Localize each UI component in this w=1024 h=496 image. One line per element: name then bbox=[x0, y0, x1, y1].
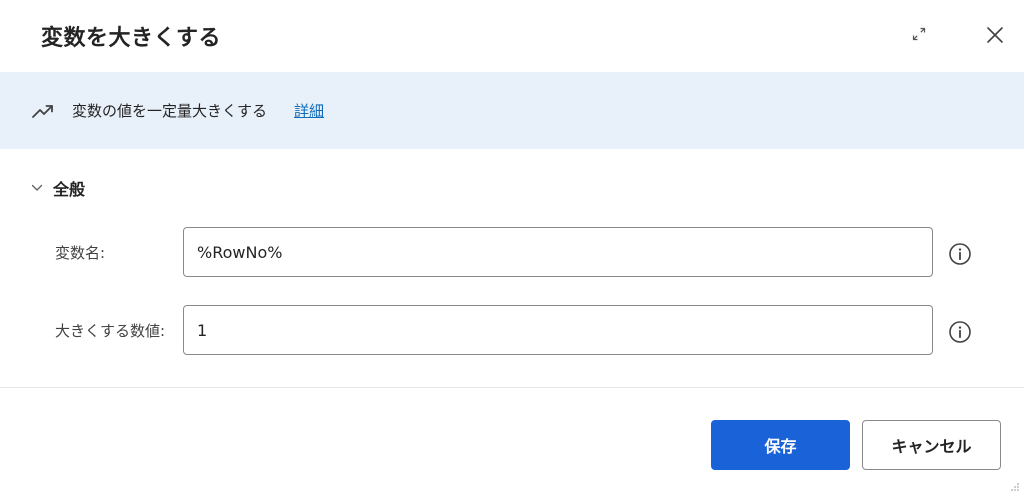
trending-up-icon bbox=[32, 105, 53, 118]
footer-divider bbox=[0, 387, 1024, 388]
close-button[interactable] bbox=[979, 19, 1011, 51]
close-icon bbox=[987, 27, 1003, 43]
variable-name-label: 変数名: bbox=[55, 244, 106, 262]
dialog-header: 変数を大きくする bbox=[0, 0, 1024, 72]
save-button[interactable]: 保存 bbox=[711, 420, 850, 470]
dialog-title: 変数を大きくする bbox=[41, 26, 222, 51]
expand-button[interactable] bbox=[903, 18, 935, 50]
increase-amount-input[interactable] bbox=[183, 305, 933, 355]
resize-grip-icon[interactable] bbox=[1010, 482, 1020, 492]
cancel-button[interactable]: キャンセル bbox=[862, 420, 1001, 470]
chevron-down-icon bbox=[31, 184, 43, 191]
info-icon bbox=[949, 321, 971, 343]
increase-amount-label: 大きくする数値: bbox=[55, 322, 166, 340]
banner-description: 変数の値を一定量大きくする bbox=[72, 102, 268, 120]
variable-name-info-button[interactable] bbox=[946, 240, 974, 268]
variable-name-input[interactable] bbox=[183, 227, 933, 277]
info-icon bbox=[949, 243, 971, 265]
section-general-toggle[interactable]: 全般 bbox=[30, 176, 85, 200]
increase-variable-dialog: 変数を大きくする 変数の値を一定量大きくする 詳細 全般 変数名: %RowNo… bbox=[0, 0, 1024, 496]
expand-arrows-icon bbox=[912, 27, 926, 41]
section-title: 全般 bbox=[53, 180, 86, 199]
increase-amount-info-button[interactable] bbox=[946, 318, 974, 346]
details-link[interactable]: 詳細 bbox=[294, 100, 324, 122]
